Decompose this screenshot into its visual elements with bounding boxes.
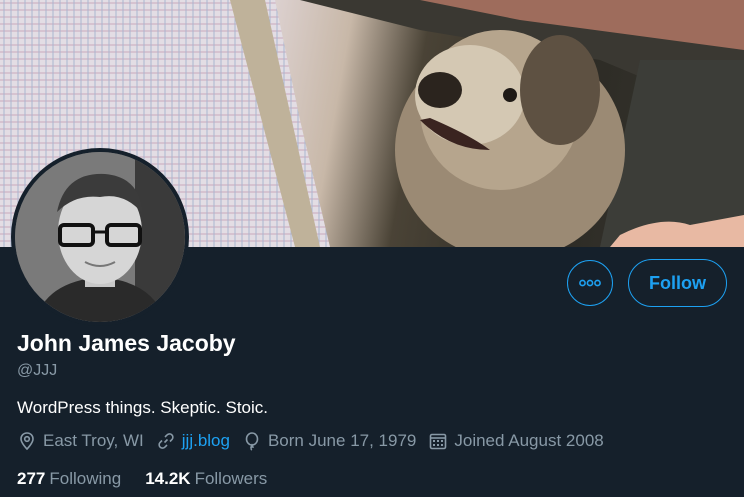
joined-item: Joined August 2008 (428, 431, 604, 451)
more-options-button[interactable] (567, 260, 613, 306)
website-link[interactable]: jjj.blog (182, 431, 230, 451)
website-item[interactable]: jjj.blog (156, 431, 230, 451)
follow-button[interactable]: Follow (628, 259, 727, 307)
followers-link[interactable]: 14.2K Followers (145, 469, 267, 489)
avatar[interactable] (15, 152, 185, 322)
calendar-icon (430, 433, 447, 450)
following-count: 277 (17, 469, 46, 488)
following-label: Following (49, 469, 122, 488)
following-link[interactable]: 277 Following (17, 469, 121, 489)
location-text: East Troy, WI (43, 431, 144, 450)
link-icon (158, 433, 174, 449)
joined-text: Joined August 2008 (454, 431, 604, 450)
profile-name: John James Jacoby (17, 330, 236, 356)
profile-stats: 277 Following 14.2K Followers (17, 469, 291, 489)
birthday-item: Born June 17, 1979 (242, 431, 416, 451)
profile-meta: East Troy, WI jjj.blog Born June 17, 197… (17, 431, 616, 451)
more-options-icon (579, 279, 601, 287)
balloon-icon (245, 432, 259, 451)
avatar-photo (15, 152, 185, 322)
birthday-text: Born June 17, 1979 (267, 431, 417, 450)
location-item: East Troy, WI (17, 431, 144, 451)
followers-count: 14.2K (145, 469, 191, 488)
profile-handle: @JJJ (17, 362, 58, 379)
location-pin-icon (20, 432, 34, 451)
followers-label: Followers (194, 469, 268, 488)
profile-bio: WordPress things. Skeptic. Stoic. (17, 398, 269, 417)
